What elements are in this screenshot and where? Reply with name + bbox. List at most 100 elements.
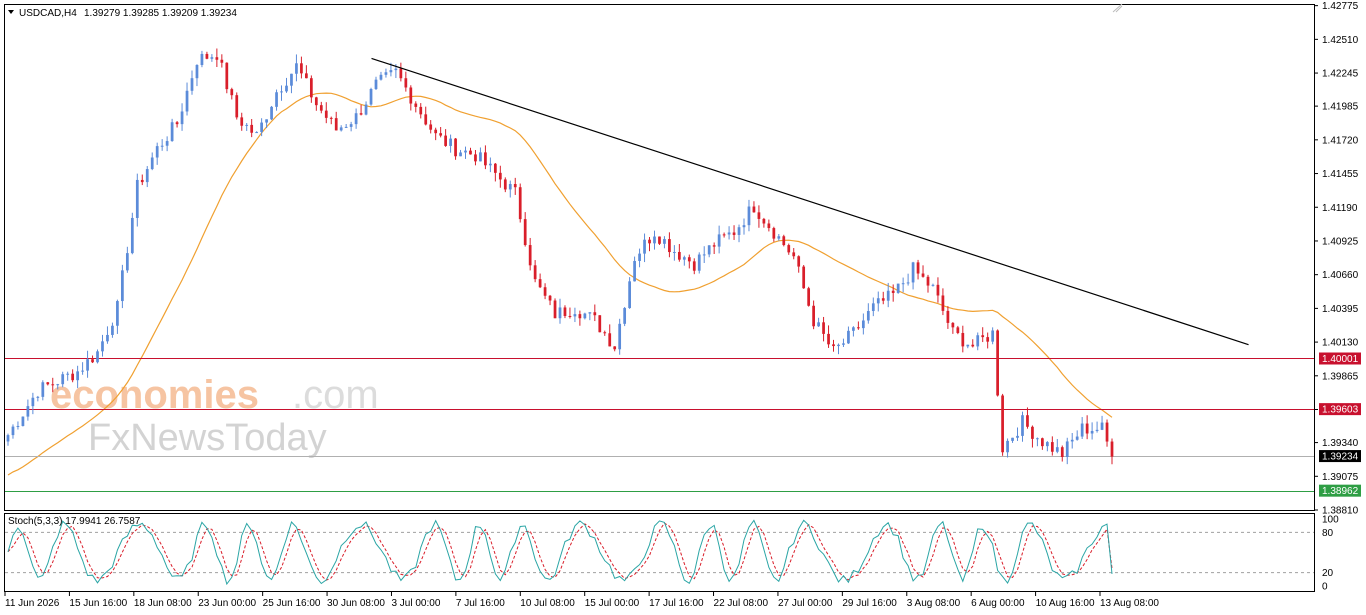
candle-body: [419, 106, 423, 115]
candle-body: [121, 270, 124, 302]
candle-body: [573, 314, 577, 317]
price-tick-label: 1.41190: [1322, 203, 1358, 214]
candle-body: [658, 236, 661, 244]
time-tick-label: 25 Jun 16:00: [263, 598, 321, 609]
candle-body: [1006, 440, 1009, 453]
candle-body: [543, 287, 547, 296]
candle-body: [71, 373, 75, 381]
candle-body: [822, 322, 825, 334]
candle-body: [329, 117, 333, 119]
candle-body: [792, 252, 796, 257]
candle-body: [727, 232, 731, 235]
candle-body: [314, 97, 318, 106]
price-tick-label: 1.38810: [1322, 506, 1359, 517]
candle-body: [195, 64, 199, 79]
stoch-tick-label: 80: [1322, 528, 1334, 539]
candle-body: [11, 426, 15, 436]
candle-body: [150, 157, 154, 170]
candle-body: [349, 124, 353, 127]
candle-body: [270, 106, 273, 120]
candle-body: [145, 169, 149, 183]
candle-body: [76, 371, 79, 381]
candle-body: [459, 152, 462, 157]
candle-body: [6, 435, 10, 442]
candle-body: [866, 311, 870, 321]
candle-body: [782, 236, 786, 246]
candle-body: [712, 245, 716, 247]
candle-body: [648, 239, 651, 244]
price-tick-label: 1.39865: [1322, 371, 1359, 382]
candle-body: [876, 298, 880, 304]
candle-body: [91, 359, 94, 363]
candle-body: [702, 254, 706, 256]
time-tick-label: 22 Jul 08:00: [714, 598, 769, 609]
candle-body: [1110, 441, 1114, 457]
candle-body: [394, 68, 398, 71]
candle-body: [493, 163, 497, 173]
candle-body: [1085, 423, 1089, 434]
candle-body: [180, 111, 184, 125]
candle-body: [558, 307, 562, 319]
candle-body: [871, 303, 875, 312]
candle-body: [290, 73, 293, 86]
candle-body: [479, 152, 482, 162]
time-tick-label: 29 Jul 16:00: [842, 598, 897, 609]
candle-body: [96, 351, 99, 363]
candle-body: [1075, 436, 1079, 440]
candle-body: [981, 335, 985, 338]
candle-body: [588, 312, 592, 314]
candle-body: [260, 122, 263, 133]
candle-body: [623, 308, 627, 324]
candle-body: [165, 141, 169, 146]
candle-body: [1011, 437, 1014, 441]
candle-body: [1080, 423, 1084, 437]
candle-body: [956, 327, 960, 333]
candle-body: [976, 335, 980, 347]
candle-body: [125, 253, 129, 271]
candle-body: [36, 396, 40, 398]
stoch-label: Stoch(5,3,3) 17.9941 26.7587: [8, 516, 141, 527]
time-tick-label: 3 Jul 00:00: [391, 598, 440, 609]
candle-body: [170, 122, 174, 142]
candle-body: [140, 179, 144, 183]
candle-body: [230, 89, 234, 96]
candle-body: [61, 374, 65, 385]
candle-body: [911, 262, 915, 283]
candle-body: [484, 152, 487, 166]
candle-body: [389, 70, 393, 73]
candle-body: [369, 89, 373, 105]
level-price-tag-label: 1.40001: [1322, 354, 1359, 365]
stoch-tick-label: 0: [1322, 582, 1328, 593]
candle-body: [300, 63, 303, 74]
time-tick-label: 10 Jul 08:00: [520, 598, 575, 609]
candle-body: [767, 223, 771, 229]
candle-body: [852, 327, 855, 331]
candle-body: [837, 344, 840, 347]
price-tick-label: 1.40395: [1322, 304, 1359, 315]
candle-body: [936, 284, 940, 296]
price-axis: 1.42775 1.42510 1.42245 1.41985 1.41720 1.414…: [1314, 1, 1359, 517]
candle-body: [324, 110, 328, 118]
candle-body: [827, 333, 830, 345]
candle-body: [339, 127, 343, 131]
candle-body: [533, 265, 537, 280]
time-tick-label: 23 Jun 00:00: [198, 598, 256, 609]
candle-body: [464, 150, 467, 153]
candle-body: [832, 344, 835, 347]
candle-body: [1105, 422, 1109, 442]
candle-body: [319, 105, 323, 111]
candle-body: [752, 206, 756, 213]
candle-body: [971, 344, 975, 347]
time-tick-label: 11 Jun 2026: [5, 598, 60, 609]
candle-body: [106, 334, 109, 342]
candle-body: [772, 228, 776, 239]
price-tick-label: 1.39340: [1322, 438, 1359, 449]
candle-body: [16, 425, 20, 427]
candle-body: [280, 91, 283, 93]
candle-body: [747, 206, 751, 226]
price-tick-label: 1.42245: [1322, 69, 1359, 80]
candle-body: [200, 53, 204, 65]
candle-body: [857, 327, 860, 329]
candle-body: [847, 330, 850, 344]
candle-body: [628, 281, 631, 309]
